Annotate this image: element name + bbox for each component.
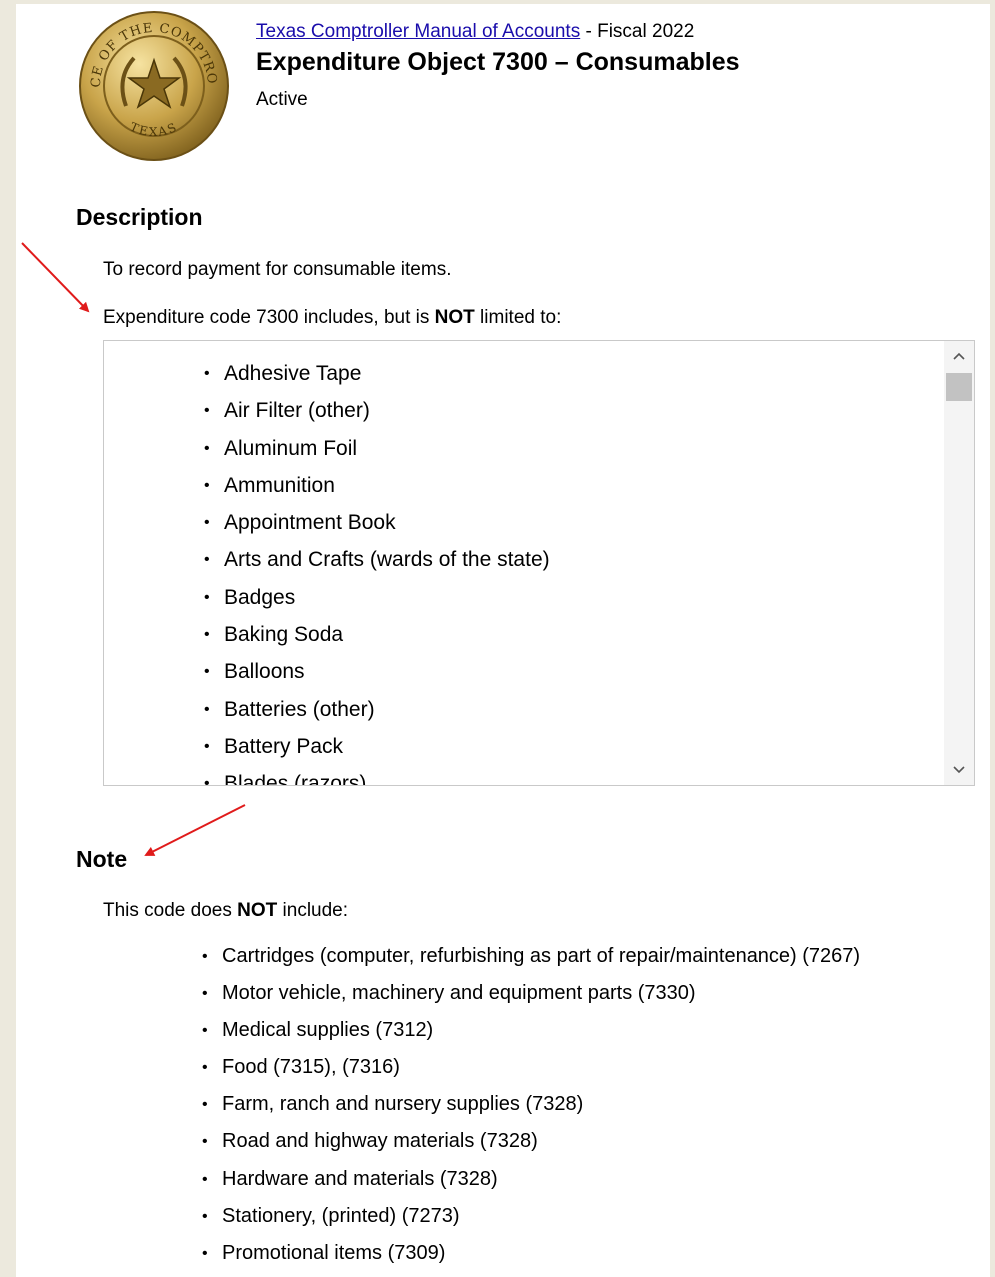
list-item: • Arts and Crafts (wards of the state) bbox=[204, 541, 550, 578]
page: OFFICE OF THE COMPTROLLER TEXAS Texas Co… bbox=[16, 4, 990, 1277]
list-item-text: Farm, ranch and nursery supplies (7328) bbox=[222, 1093, 584, 1116]
list-item: • Stationery, (printed) (7273) bbox=[202, 1198, 860, 1235]
bullet: • bbox=[202, 1207, 208, 1225]
list-item-text: Badges bbox=[224, 585, 296, 609]
bullet: • bbox=[204, 402, 210, 420]
vertical-scrollbar[interactable] bbox=[944, 341, 974, 785]
list-item-text: Adhesive Tape bbox=[224, 362, 362, 385]
page-title: Expenditure Object 7300 – Consumables bbox=[256, 48, 740, 76]
included-items-scroll-box[interactable]: • Adhesive Tape • Air Filter (other) • Alum… bbox=[103, 340, 975, 786]
fiscal-year-label: - Fiscal 2022 bbox=[580, 21, 695, 42]
list-item: • Battery Pack bbox=[204, 728, 550, 765]
list-item: • Hardware and materials (7328) bbox=[202, 1161, 860, 1198]
list-item: • Road and highway materials (7328) bbox=[202, 1123, 860, 1160]
bullet: • bbox=[204, 476, 210, 494]
list-item-text: Ammunition bbox=[224, 473, 335, 497]
includes-intro-prefix: Expenditure code 7300 includes, but is bbox=[103, 307, 435, 328]
list-item-text: Food (7315), (7316) bbox=[222, 1056, 400, 1079]
bullet: • bbox=[202, 1170, 208, 1188]
bullet: • bbox=[202, 1096, 208, 1114]
note-intro: This code does NOT include: bbox=[103, 900, 348, 922]
comptroller-seal-logo: OFFICE OF THE COMPTROLLER TEXAS bbox=[76, 8, 229, 161]
bullet: • bbox=[202, 985, 208, 1003]
list-item: • Adhesive Tape bbox=[204, 355, 550, 392]
includes-intro-suffix: limited to: bbox=[474, 307, 562, 328]
list-item-text: Air Filter (other) bbox=[224, 399, 370, 423]
header-breadcrumb: Texas Comptroller Manual of Accounts - F… bbox=[256, 20, 740, 44]
list-item-text: Motor vehicle, machinery and equipment p… bbox=[222, 982, 696, 1005]
list-item-text: Arts and Crafts (wards of the state) bbox=[224, 548, 550, 572]
bullet: • bbox=[202, 1133, 208, 1151]
list-item: • Batteries (other) bbox=[204, 691, 550, 728]
list-item: • Food (7315), (7316) bbox=[202, 1049, 860, 1086]
page-header: Texas Comptroller Manual of Accounts - F… bbox=[256, 20, 740, 112]
list-item: • Aluminum Foil bbox=[204, 430, 550, 467]
bullet: • bbox=[204, 551, 210, 569]
bullet: • bbox=[204, 775, 210, 786]
description-heading: Description bbox=[76, 204, 203, 230]
list-item: • Badges bbox=[204, 579, 550, 616]
list-item: • Appointment Book bbox=[204, 504, 550, 541]
note-heading: Note bbox=[76, 846, 128, 872]
list-item-text: Road and highway materials (7328) bbox=[222, 1130, 538, 1153]
includes-intro: Expenditure code 7300 includes, but is N… bbox=[103, 307, 561, 329]
bullet: • bbox=[204, 700, 210, 718]
list-item-text: Cartridges (computer, refurbishing as pa… bbox=[222, 945, 861, 967]
bullet: • bbox=[204, 514, 210, 532]
bullet: • bbox=[202, 948, 208, 965]
list-item: • Blades (razors) bbox=[204, 765, 550, 786]
list-item-text: Battery Pack bbox=[224, 734, 344, 758]
list-item-text: Batteries (other) bbox=[224, 697, 375, 721]
chevron-down-icon[interactable] bbox=[944, 757, 974, 783]
bullet: • bbox=[204, 663, 210, 681]
bullet: • bbox=[202, 1244, 208, 1262]
list-item: • Balloons bbox=[204, 653, 550, 690]
bullet: • bbox=[204, 365, 210, 382]
list-item: • Medical supplies (7312) bbox=[202, 1012, 860, 1049]
list-item-text: Medical supplies (7312) bbox=[222, 1019, 434, 1042]
excluded-items-list: • Cartridges (computer, refurbishing as p… bbox=[202, 938, 860, 1272]
list-item-text: Baking Soda bbox=[224, 623, 344, 647]
bullet: • bbox=[202, 1059, 208, 1077]
note-intro-emphasis: NOT bbox=[237, 900, 278, 921]
status-label: Active bbox=[256, 89, 308, 110]
list-item: • Ammunition bbox=[204, 467, 550, 504]
list-item: • Baking Soda bbox=[204, 616, 550, 653]
bullet: • bbox=[204, 439, 210, 457]
bullet: • bbox=[204, 737, 210, 755]
manual-of-accounts-link[interactable]: Texas Comptroller Manual of Accounts bbox=[256, 21, 580, 42]
list-item-text: Blades (razors) bbox=[224, 772, 367, 786]
chevron-up-icon[interactable] bbox=[944, 343, 974, 369]
description-text: To record payment for consumable items. bbox=[103, 259, 452, 280]
list-item-text: Appointment Book bbox=[224, 511, 396, 535]
list-item: • Motor vehicle, machinery and equipment … bbox=[202, 975, 860, 1012]
list-item-text: Aluminum Foil bbox=[224, 436, 358, 460]
bullet: • bbox=[204, 588, 210, 606]
list-item: • Promotional items (7309) bbox=[202, 1235, 860, 1272]
note-intro-suffix: include: bbox=[277, 900, 349, 921]
includes-intro-emphasis: NOT bbox=[434, 307, 475, 328]
bullet: • bbox=[202, 1022, 208, 1040]
list-item: • Farm, ranch and nursery supplies (7328) bbox=[202, 1086, 860, 1123]
note-intro-prefix: This code does bbox=[103, 900, 238, 921]
included-items-list: • Adhesive Tape • Air Filter (other) • Alum… bbox=[204, 355, 550, 786]
scroll-thumb[interactable] bbox=[946, 373, 972, 401]
list-item-text: Hardware and materials (7328) bbox=[222, 1167, 498, 1190]
list-item-text: Stationery, (printed) (7273) bbox=[222, 1204, 460, 1227]
list-item-text: Promotional items (7309) bbox=[222, 1241, 446, 1264]
bullet: • bbox=[204, 626, 210, 644]
list-item: • Air Filter (other) bbox=[204, 392, 550, 429]
list-item: • Cartridges (computer, refurbishing as p… bbox=[202, 938, 860, 975]
list-item-text: Balloons bbox=[224, 660, 305, 684]
